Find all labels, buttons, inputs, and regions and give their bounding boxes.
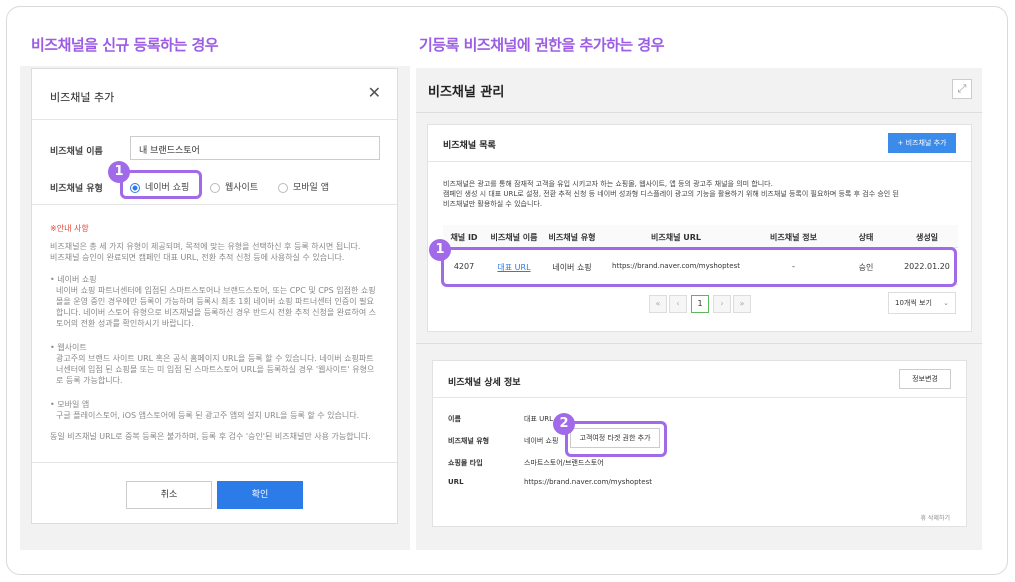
highlight-shopping-type <box>120 170 202 199</box>
col-status: 상태 <box>858 233 874 242</box>
page-size-label: 10개씩 보기 <box>895 299 932 307</box>
detail-title: 비즈채널 상세 정보 <box>448 378 521 388</box>
add-bizchannel-modal: 비즈채널 추가 ✕ 비즈채널 이름 내 브랜드스토어 비즈채널 유형 네이버 쇼… <box>31 68 398 524</box>
notice-item-shopping: • 네이버 쇼핑 네이버 쇼핑 파트너센터에 입점된 스마트스토어나 브랜드스토… <box>50 275 377 328</box>
highlight-table-row <box>441 247 957 287</box>
col-info: 비즈채널 정보 <box>770 233 817 242</box>
chevron-down-icon: ⌄ <box>943 299 949 307</box>
add-retarget-permission-button[interactable]: 고객여정 타겟 권한 추가 <box>570 428 660 448</box>
detail-divider <box>433 397 966 398</box>
notice-title: ※안내 사항 <box>50 224 89 233</box>
modal-title: 비즈채널 추가 <box>50 91 115 104</box>
right-section-title: 기등록 비즈채널에 권한을 추가하는 경우 <box>419 36 665 54</box>
page-button-current[interactable]: 1 <box>691 295 709 313</box>
col-created: 생성일 <box>915 233 939 242</box>
table-header: 채널 ID 비즈채널 이름 비즈채널 유형 비즈채널 URL 비즈채널 정보 상… <box>443 225 958 247</box>
name-input[interactable]: 내 브랜드스토어 <box>130 136 380 160</box>
list-description: 비즈채널은 광고를 통해 잠재적 고객을 유입 시키고자 하는 쇼핑몰, 웹사이… <box>443 180 899 208</box>
confirm-button[interactable]: 확인 <box>217 481 303 509</box>
list-title: 비즈채널 목록 <box>443 141 496 151</box>
step-badge-1: 1 <box>108 161 130 183</box>
step-badge-1-list: 1 <box>429 239 451 261</box>
modal-divider <box>32 119 397 120</box>
list-divider <box>428 161 971 162</box>
next-page-icon[interactable]: › <box>713 295 731 313</box>
bizchannel-detail-card: 비즈채널 상세 정보 정보변경 이름 대표 URL 비즈채널 유형 네이버 쇼핑… <box>432 360 967 527</box>
field-label-type: 비즈채널 유형 <box>448 437 490 445</box>
field-value-url: https://brand.naver.com/myshoptest <box>524 478 652 486</box>
col-url: 비즈채널 URL <box>651 233 701 242</box>
field-value-shop-type: 스마트스토어/브랜드스토어 <box>524 459 604 467</box>
section-divider <box>32 204 397 205</box>
last-page-icon[interactable]: » <box>733 295 751 313</box>
radio-icon <box>210 182 220 193</box>
field-label-url: URL <box>448 478 464 486</box>
col-name: 비즈채널 이름 <box>490 233 538 242</box>
prev-page-icon[interactable]: ‹ <box>669 295 687 313</box>
delete-link[interactable]: 휴 삭제하기 <box>920 513 950 522</box>
radio-icon <box>278 182 288 193</box>
page-size-select[interactable]: 10개씩 보기 ⌄ <box>888 292 956 314</box>
left-section-title: 비즈채널을 신규 등록하는 경우 <box>31 36 219 54</box>
add-bizchannel-button[interactable]: + 비즈채널 추가 <box>888 133 956 153</box>
footer-divider <box>32 462 397 463</box>
step-badge-2: 2 <box>553 413 575 435</box>
type-option-mobile-app[interactable]: 모바일 앱 <box>278 180 329 193</box>
expand-icon[interactable]: ⤢ <box>952 79 972 99</box>
panel-divider <box>416 343 982 344</box>
type-option-website[interactable]: 웹사이트 <box>210 180 258 193</box>
header-divider <box>416 112 982 113</box>
field-label-name: 이름 <box>448 415 461 423</box>
field-value-name: 대표 URL <box>524 415 553 423</box>
notice-item-website: • 웹사이트 광고주의 브랜드 사이트 URL 혹은 공식 홈페이지 URL을 … <box>50 343 375 385</box>
bizchannel-list-card: 비즈채널 목록 + 비즈채널 추가 비즈채널은 광고를 통해 잠재적 고객을 유… <box>427 124 972 332</box>
first-page-icon[interactable]: « <box>649 295 667 313</box>
field-value-type: 네이버 쇼핑 <box>524 437 559 445</box>
field-label-shop-type: 쇼핑몰 타입 <box>448 459 483 467</box>
edit-info-button[interactable]: 정보변경 <box>899 369 951 389</box>
name-label: 비즈채널 이름 <box>50 147 103 157</box>
notice-item-mobile-app: • 모바일 앱 구글 플레이스토어, iOS 앱스토어에 등록 된 광고주 앱의… <box>50 400 360 420</box>
notice-footer: 동일 비즈채널 URL로 중복 등록은 불가하며, 등록 후 검수 '승인'된 … <box>50 432 371 441</box>
manage-title: 비즈채널 관리 <box>428 85 505 100</box>
notice-intro: 비즈채널은 총 세 가지 유형이 제공되며, 목적에 맞는 유형을 선택하신 후… <box>50 242 361 262</box>
col-type: 비즈채널 유형 <box>548 233 596 242</box>
close-icon[interactable]: ✕ <box>368 85 381 101</box>
col-channel-id: 채널 ID <box>450 233 478 242</box>
type-label: 비즈채널 유형 <box>50 184 103 194</box>
cancel-button[interactable]: 취소 <box>126 481 212 509</box>
